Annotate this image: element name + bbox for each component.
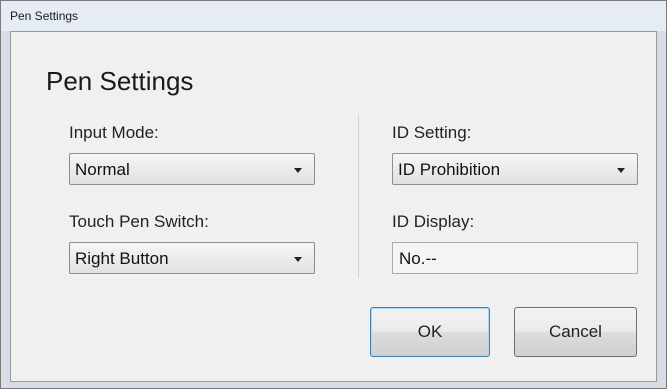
id-display-label: ID Display: [392,212,475,231]
chevron-down-icon [294,257,302,262]
id-display-value: No.-- [399,249,437,268]
column-divider [358,115,359,278]
title-bar[interactable]: Pen Settings [1,1,666,31]
input-mode-value: Normal [75,160,130,179]
dialog-heading: Pen Settings [46,66,194,96]
touch-pen-switch-value: Right Button [75,249,169,268]
touch-pen-switch-label: Touch Pen Switch: [69,212,209,231]
id-setting-value: ID Prohibition [398,160,501,179]
cancel-button[interactable]: Cancel [514,307,637,357]
window-title: Pen Settings [10,9,79,23]
chevron-down-icon [617,168,625,173]
id-display-field: No.-- [392,242,638,274]
input-mode-label: Input Mode: [69,123,159,142]
pen-settings-window: Pen Settings Pen Settings Input Mode: No… [0,0,667,389]
input-mode-dropdown[interactable]: Normal [69,153,315,185]
chevron-down-icon [294,168,302,173]
ok-button[interactable]: OK [370,307,490,357]
id-setting-label: ID Setting: [392,123,472,142]
id-setting-dropdown[interactable]: ID Prohibition [392,153,638,185]
dialog-client-area: Pen Settings Input Mode: Normal Touch Pe… [10,31,657,382]
touch-pen-switch-dropdown[interactable]: Right Button [69,242,315,274]
